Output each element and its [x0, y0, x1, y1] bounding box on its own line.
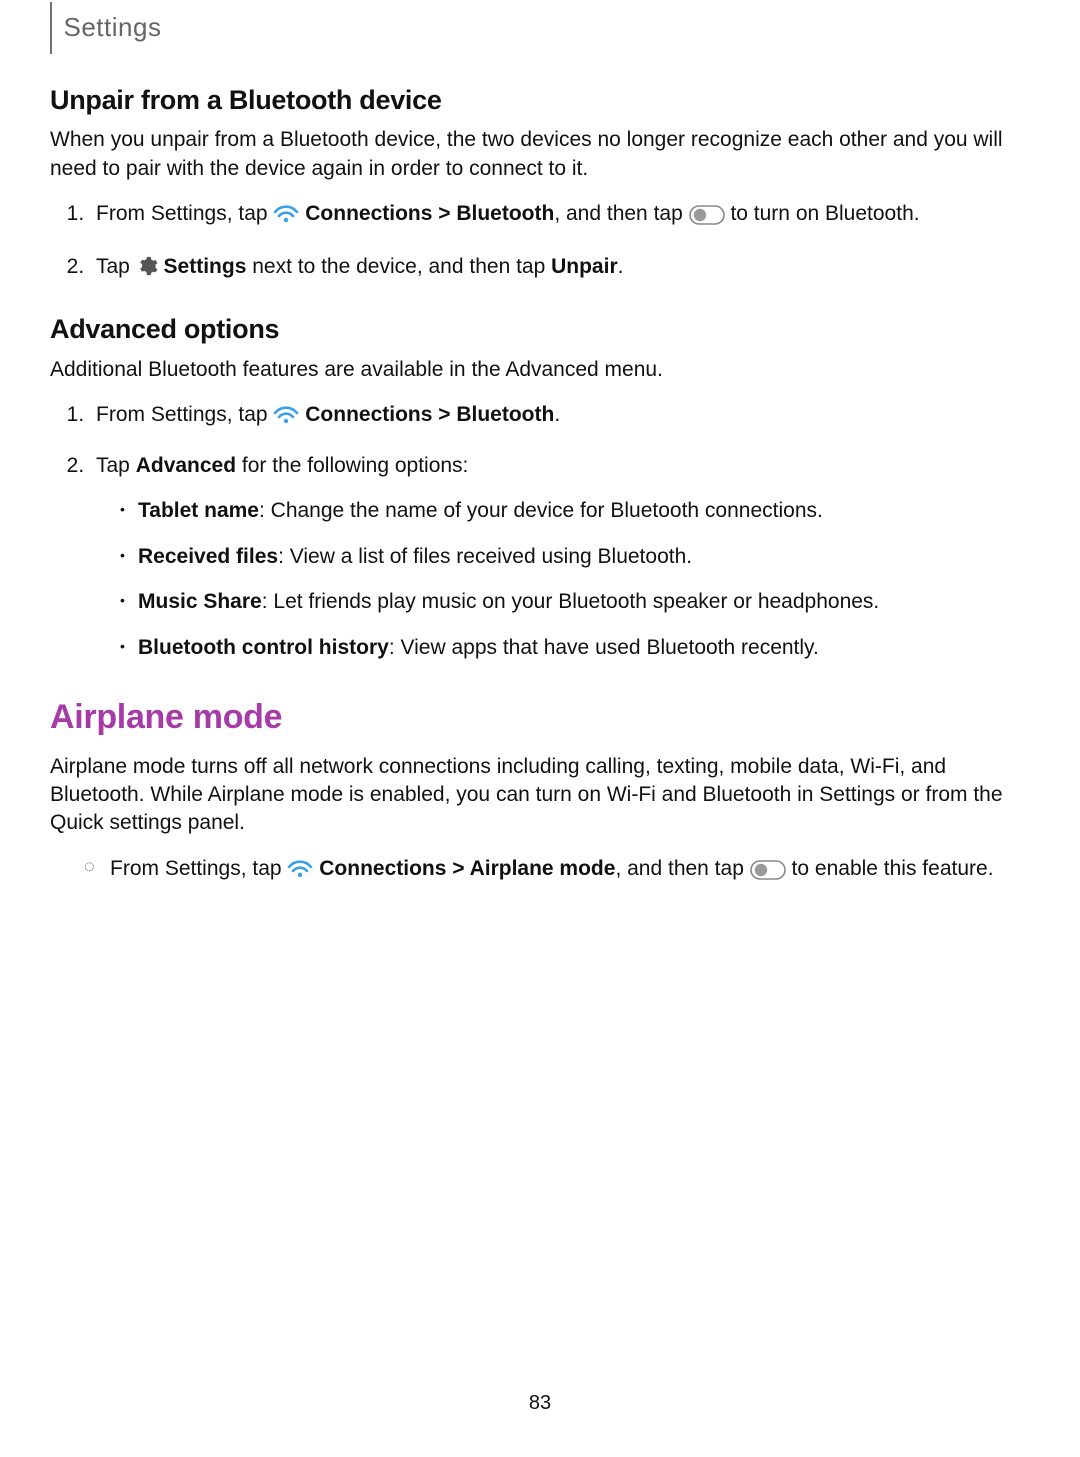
bullet-label: Bluetooth control history: [138, 636, 389, 659]
label-unpair: Unpair: [551, 255, 618, 278]
text: , and then tap: [554, 202, 688, 225]
text: to turn on Bluetooth.: [725, 202, 920, 225]
paragraph-advanced-intro: Additional Bluetooth features are availa…: [50, 356, 1030, 384]
step-advanced-2: Tap Advanced for the following options: …: [90, 449, 1030, 665]
text: Tap: [96, 454, 136, 477]
heading-unpair: Unpair from a Bluetooth device: [50, 82, 1030, 118]
header-divider: [50, 2, 52, 54]
text: Tap: [96, 255, 136, 278]
wifi-icon: [287, 855, 313, 889]
bullet-text: : Let friends play music on your Bluetoo…: [262, 590, 880, 613]
bullet-text: : View apps that have used Bluetooth rec…: [389, 636, 819, 659]
wifi-icon: [273, 401, 299, 435]
step-airplane-1: From Settings, tap Connections > Airplan…: [90, 852, 1030, 891]
text: .: [618, 255, 624, 278]
toggle-off-icon: [689, 202, 725, 236]
bullet-label: Tablet name: [138, 499, 259, 522]
page-header: Settings: [50, 0, 1030, 54]
bullet-label: Received files: [138, 545, 278, 568]
step-unpair-1: From Settings, tap Connections > Bluetoo…: [90, 197, 1030, 236]
step-advanced-1: From Settings, tap Connections > Bluetoo…: [90, 398, 1030, 435]
steps-advanced: From Settings, tap Connections > Bluetoo…: [50, 398, 1030, 665]
bullet-tablet-name: Tablet name: Change the name of your dev…: [120, 494, 1030, 528]
text: , and then tap: [615, 857, 749, 880]
step-unpair-2: Tap Settings next to the device, and the…: [90, 250, 1030, 288]
heading-advanced: Advanced options: [50, 311, 1030, 347]
text: From Settings, tap: [110, 857, 287, 880]
text: next to the device, and then tap: [246, 255, 551, 278]
label-advanced: Advanced: [136, 454, 236, 477]
steps-unpair: From Settings, tap Connections > Bluetoo…: [50, 197, 1030, 287]
text: to enable this feature.: [786, 857, 994, 880]
bullet-text: : Change the name of your device for Blu…: [259, 499, 823, 522]
text: .: [554, 403, 560, 426]
bullet-label: Music Share: [138, 590, 262, 613]
label-connections-bluetooth: Connections > Bluetooth: [305, 403, 554, 426]
bullet-text: : View a list of files received using Bl…: [278, 545, 692, 568]
label-connections-bluetooth: Connections > Bluetooth: [305, 202, 554, 225]
label-settings: Settings: [164, 255, 247, 278]
bullet-received-files: Received files: View a list of files rec…: [120, 540, 1030, 574]
wifi-icon: [273, 200, 299, 234]
breadcrumb: Settings: [64, 10, 162, 45]
steps-airplane: From Settings, tap Connections > Airplan…: [50, 852, 1030, 891]
paragraph-airplane-intro: Airplane mode turns off all network conn…: [50, 753, 1030, 838]
text: for the following options:: [236, 454, 468, 477]
advanced-bullets: Tablet name: Change the name of your dev…: [96, 494, 1030, 664]
text: From Settings, tap: [96, 202, 273, 225]
toggle-off-icon: [750, 857, 786, 891]
bullet-music-share: Music Share: Let friends play music on y…: [120, 585, 1030, 619]
bullet-bt-history: Bluetooth control history: View apps tha…: [120, 631, 1030, 665]
text: From Settings, tap: [96, 403, 273, 426]
paragraph-unpair-intro: When you unpair from a Bluetooth device,…: [50, 126, 1030, 183]
label-connections-airplane: Connections > Airplane mode: [319, 857, 615, 880]
heading-airplane: Airplane mode: [50, 695, 1030, 741]
page-number: 83: [50, 1390, 1030, 1417]
gear-icon: [136, 254, 158, 288]
